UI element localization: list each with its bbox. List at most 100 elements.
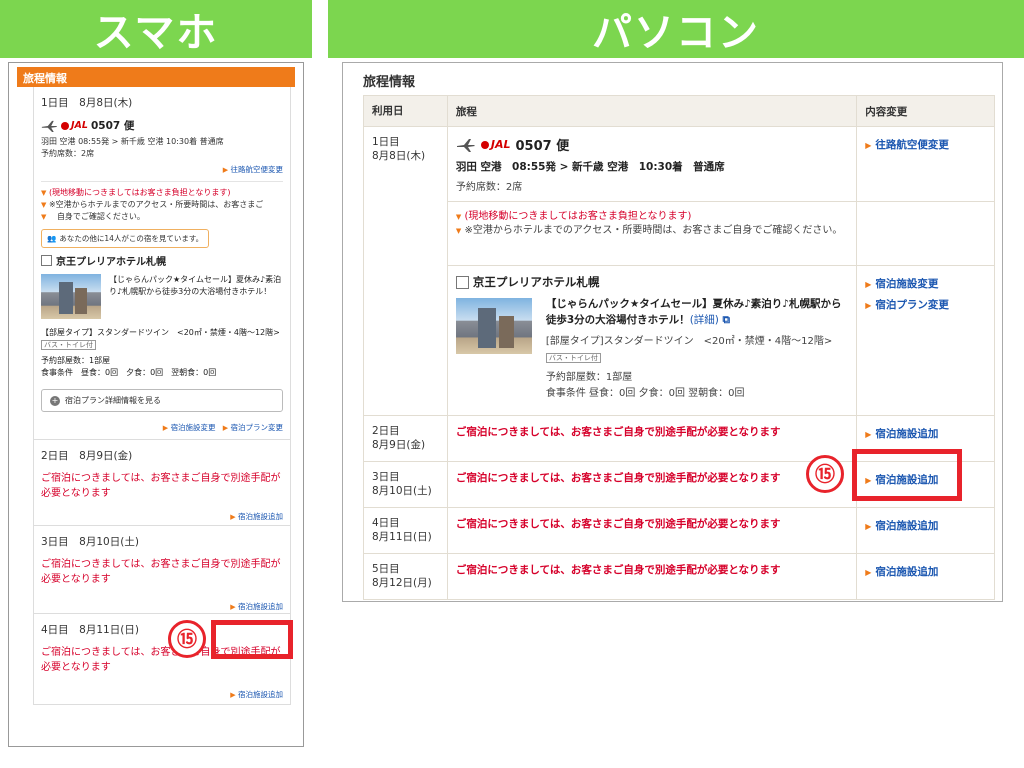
sp-hotel-change-link[interactable]: ▶ 宿泊施設変更: [163, 423, 216, 432]
airplane-icon: [456, 138, 475, 152]
pc-day5-message: ご宿泊につきましては、お客さまご自身で別途手配が必要となります: [446, 553, 858, 600]
sp-day2-message: ご宿泊につきましては、お客さまご自身で別途手配が必要となります: [41, 473, 281, 499]
sp-day3-message: ご宿泊につきましては、お客さまご自身で別途手配が必要となります: [41, 559, 281, 585]
step-15-marker: ⑮: [806, 455, 844, 493]
people-icon: 👥: [47, 234, 57, 243]
triangle-icon: ▶: [865, 301, 872, 310]
pc-hotel-change-cell: ▶ 宿泊施設変更 ▶ 宿泊プラン変更: [856, 265, 995, 416]
pc-day4-add-hotel-link[interactable]: ▶ 宿泊施設追加: [865, 516, 986, 537]
pc-meal-conditions: 食事条件 昼食：0回 夕食：0回 翌朝食：0回: [545, 388, 745, 399]
pc-notes-cell: ▼ (現地移動につきましてはお客さま負担となります) ▼ ※空港からホテルまでの…: [446, 201, 858, 266]
airplane-icon: [41, 120, 58, 132]
triangle-icon: ▶: [222, 166, 229, 174]
pc-day1-date: 1日目 8月8日(木): [363, 126, 448, 416]
sp-hotel-name[interactable]: 京王プレリアホテル札幌: [41, 253, 283, 268]
pc-hotel-change-link[interactable]: ▶ 宿泊施設変更: [865, 274, 986, 295]
sp-day3: 3日目 8月10日(土) ご宿泊につきましては、お客さまご自身で別途手配が必要と…: [34, 526, 290, 614]
jal-logo-icon: JAL: [480, 138, 511, 151]
triangle-icon: ▶: [865, 522, 872, 531]
triangle-icon: ▶: [230, 603, 236, 611]
pc-itinerary-table: 利用日 旅程 内容変更 1日目 8月8日(木) JAL 0507 便 羽田 空港 …: [363, 95, 995, 600]
col-date: 利用日: [363, 95, 448, 127]
triangle-icon: ▶: [230, 513, 236, 521]
sp-day2-date: 2日目 8月9日(金): [41, 450, 133, 462]
sp-day1: 1日目 8月8日(木) JAL 0507 便 羽田 空港 08:55発 > 新千…: [34, 87, 290, 440]
sp-viewing-badge: 👥 あなたの他に14人がこの宿を見ています。: [41, 229, 210, 248]
pc-flight-route: 羽田 空港 08:55発 > 新千歳 空港 10:30着 普通席: [455, 161, 725, 173]
sp-section-header: 旅程情報: [17, 67, 295, 87]
sp-seat-count: 予約席数：2席: [41, 149, 95, 158]
building-icon: [455, 275, 469, 289]
pc-day4-date: 4日目 8月11日(日): [363, 507, 448, 554]
col-itinerary: 旅程: [446, 95, 858, 127]
step-15-marker: ⑮: [168, 620, 206, 658]
col-change: 内容変更: [856, 95, 995, 127]
triangle-icon: ▶: [865, 280, 872, 289]
table-header-row: 利用日 旅程 内容変更: [363, 95, 995, 127]
pc-day2-add-hotel-link[interactable]: ▶ 宿泊施設追加: [865, 424, 986, 445]
sp-itinerary-card: 1日目 8月8日(木) JAL 0507 便 羽田 空港 08:55発 > 新千…: [33, 87, 291, 705]
bath-tag: バス・トイレ付: [545, 353, 601, 363]
sp-day2-add-hotel-link[interactable]: ▶ 宿泊施設追加: [41, 511, 283, 522]
pc-banner: パソコン: [328, 0, 1024, 58]
pc-flight-change-link[interactable]: ▶ 往路航空便変更: [865, 135, 986, 156]
pc-section-title: 旅程情報: [363, 75, 416, 90]
sp-plan-change-link[interactable]: ▶ 宿泊プラン変更: [223, 423, 283, 432]
triangle-icon: ▶: [865, 568, 872, 577]
pc-itinerary-panel: 旅程情報 利用日 旅程 内容変更 1日目 8月8日(木) JAL 0507 便 羽…: [342, 62, 1003, 602]
sp-plan-title[interactable]: 【じゃらんパック★タイムセール】夏休み♪素泊り♪札幌駅から徒歩3分の大浴場付きホ…: [109, 274, 283, 298]
sp-flight-change-link[interactable]: ▶ 往路航空便変更: [41, 164, 283, 175]
pc-room-count: 予約部屋数：1部屋 食事条件 昼食：0回 夕食：0回 翌朝食：0回: [546, 370, 848, 402]
building-icon: [41, 255, 52, 266]
pc-access-note: ▼ ※空港からホテルまでのアクセス・所要時間は、お客さまご自身でご確認ください。: [455, 225, 843, 236]
pc-flight-change-cell: ▶ 往路航空便変更: [856, 126, 995, 202]
pc-plan-title[interactable]: 【じゃらんパック★タイムセール】夏休み♪素泊り♪札幌駅から徒歩3分の大浴場付きホ…: [546, 296, 848, 328]
pc-day3-message: ご宿泊につきましては、お客さまご自身で別途手配が必要となります: [446, 461, 858, 508]
sp-plan-detail-button[interactable]: + 宿泊プラン詳細情報を見る: [41, 389, 283, 412]
pc-hotel-cell: 京王プレリアホテル札幌 【じゃらんパック★タイムセール】夏休み♪素泊り♪札幌駅か…: [446, 265, 858, 416]
sp-day4-add-hotel-link[interactable]: ▶ 宿泊施設追加: [41, 689, 283, 700]
pc-day2-date: 2日目 8月9日(金): [363, 415, 448, 462]
pc-flight-number: 0507 便: [515, 139, 570, 154]
sp-access-note-2: ▼ 自身でご確認ください。: [41, 212, 145, 221]
pc-flight-cell: JAL 0507 便 羽田 空港 08:55発 > 新千歳 空港 10:30着 …: [446, 126, 858, 202]
pc-detail-link[interactable]: (詳細): [690, 314, 719, 326]
pc-seat-count: 予約席数：2席: [455, 182, 523, 193]
sp-day2: 2日目 8月9日(金) ご宿泊につきましては、お客さまご自身で別途手配が必要とな…: [34, 440, 290, 526]
pc-transport-note: ▼ (現地移動につきましてはお客さま負担となります): [455, 211, 692, 222]
sp-transport-note: ▼ (現地移動につきましてはお客さま負担となります): [41, 188, 231, 197]
table-row: 5日目 8月12日(月) ご宿泊につきましては、お客さまご自身で別途手配が必要とな…: [363, 553, 995, 600]
table-row: 京王プレリアホテル札幌 【じゃらんパック★タイムセール】夏休み♪素泊り♪札幌駅か…: [364, 265, 995, 416]
triangle-icon: ▶: [162, 424, 169, 432]
pc-hotel-name[interactable]: 京王プレリアホテル札幌: [455, 274, 848, 290]
pc-day3-date: 3日目 8月10日(土): [363, 461, 448, 508]
sp-meal-conditions: 食事条件 昼食：0回 夕食：0回 翌朝食：0回: [41, 368, 217, 377]
sp-room-type: 【部屋タイプ】スタンダードツイン <20㎡・禁煙・4階〜12階> バス・トイレ付: [41, 328, 280, 350]
plus-icon: +: [50, 395, 60, 406]
pc-plan-change-link[interactable]: ▶ 宿泊プラン変更: [865, 295, 986, 316]
pc-day5-add-hotel-link[interactable]: ▶ 宿泊施設追加: [865, 562, 986, 583]
table-row: 4日目 8月11日(日) ご宿泊につきましては、お客さまご自身で別途手配が必要とな…: [363, 507, 995, 554]
sp-flight-number: 0507 便: [90, 120, 135, 132]
sp-hotel-image[interactable]: [41, 274, 101, 319]
triangle-icon: ▶: [865, 141, 872, 150]
pc-highlight-box: [852, 449, 962, 501]
triangle-icon: ▶: [865, 430, 872, 439]
pc-hotel-image[interactable]: [455, 298, 532, 354]
pc-room-type: [部屋タイプ]スタンダードツイン <20㎡・禁煙・4階〜12階> バス・トイレ付: [545, 336, 833, 363]
sp-day1-date: 1日目 8月8日(木): [41, 97, 133, 109]
sp-day3-date: 3日目 8月10日(土): [41, 536, 139, 548]
jal-logo-icon: JAL: [61, 120, 88, 131]
sp-room-count: 予約部屋数：1部屋: [41, 356, 111, 365]
sp-access-note: ▼ ※空港からホテルまでのアクセス・所要時間は、お客さまご: [41, 200, 264, 209]
sp-flight-route: 羽田 空港 08:55発 > 新千歳 空港 10:30着 普通席: [41, 137, 224, 146]
pc-day4-message: ご宿泊につきましては、お客さまご自身で別途手配が必要となります: [446, 507, 858, 554]
table-row: 1日目 8月8日(木) JAL 0507 便 羽田 空港 08:55発 > 新千歳…: [363, 126, 995, 416]
sp-day3-add-hotel-link[interactable]: ▶ 宿泊施設追加: [41, 601, 283, 612]
empty-cell: [856, 201, 995, 266]
pc-day5-date: 5日目 8月12日(月): [363, 553, 448, 600]
smartphone-banner: スマホ: [0, 0, 312, 58]
triangle-icon: ▶: [230, 691, 236, 699]
bath-tag: バス・トイレ付: [41, 340, 96, 350]
external-link-icon[interactable]: ⧉: [723, 314, 731, 326]
